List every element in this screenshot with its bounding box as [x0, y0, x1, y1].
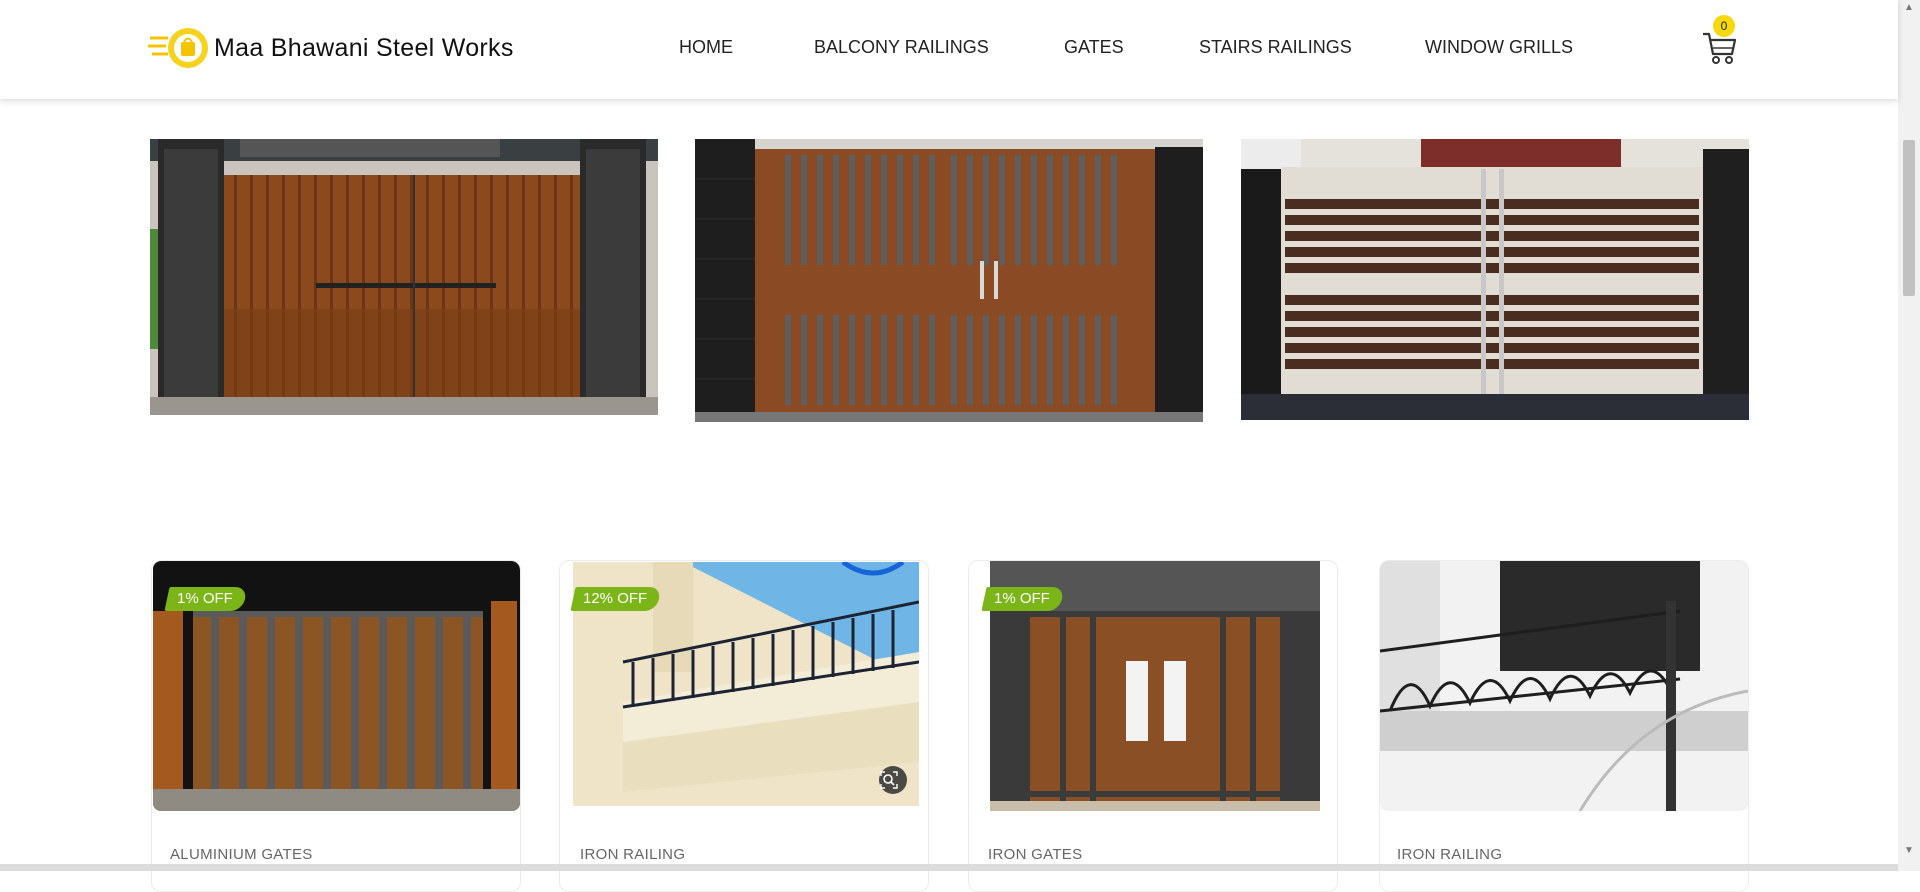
visual-search-icon[interactable] [880, 771, 898, 789]
site-header: Maa Bhawani Steel Works HOME BALCONY RAI… [0, 0, 1898, 99]
nav-stairs-railings[interactable]: STAIRS RAILINGS [1199, 37, 1352, 58]
brand-name: Maa Bhawani Steel Works [214, 33, 514, 62]
scroll-up-arrow-icon[interactable]: ▲ [1902, 2, 1916, 14]
gate-banner-3[interactable] [1241, 139, 1749, 420]
discount-badge: 1% OFF [164, 587, 248, 611]
product-card[interactable]: IRON RAILING [1379, 560, 1749, 892]
product-category: IRON RAILING [580, 846, 686, 863]
product-card[interactable]: 1% OFF ALUMINIUM GATES [151, 560, 521, 892]
product-card[interactable]: 1% OFF IRON GATES [968, 560, 1338, 892]
vertical-scrollbar[interactable] [1898, 0, 1920, 871]
product-category: IRON RAILING [1397, 846, 1503, 863]
discount-badge: 1% OFF [981, 587, 1065, 611]
fast-delivery-bag-icon [148, 24, 212, 72]
gate-banner-1[interactable] [150, 139, 658, 415]
product-image[interactable] [1380, 561, 1748, 811]
vertical-scrollbar-thumb[interactable] [1903, 140, 1915, 296]
product-category: IRON GATES [988, 846, 1083, 863]
discount-badge: 12% OFF [570, 587, 662, 611]
nav-gates[interactable]: GATES [1064, 37, 1124, 58]
scroll-down-arrow-icon[interactable]: ▼ [1902, 845, 1916, 857]
gate-banner-2[interactable] [695, 139, 1203, 422]
nav-home[interactable]: HOME [679, 37, 733, 58]
product-category: ALUMINIUM GATES [170, 846, 313, 863]
cart-count-badge: 0 [1713, 15, 1735, 37]
horizontal-scrollbar[interactable] [0, 864, 1898, 871]
product-card[interactable]: 12% OFF IRON RAILING [559, 560, 929, 892]
nav-window-grills[interactable]: WINDOW GRILLS [1425, 37, 1573, 58]
brand-logo[interactable]: Maa Bhawani Steel Works [148, 24, 514, 72]
nav-balcony-railings[interactable]: BALCONY RAILINGS [814, 37, 989, 58]
